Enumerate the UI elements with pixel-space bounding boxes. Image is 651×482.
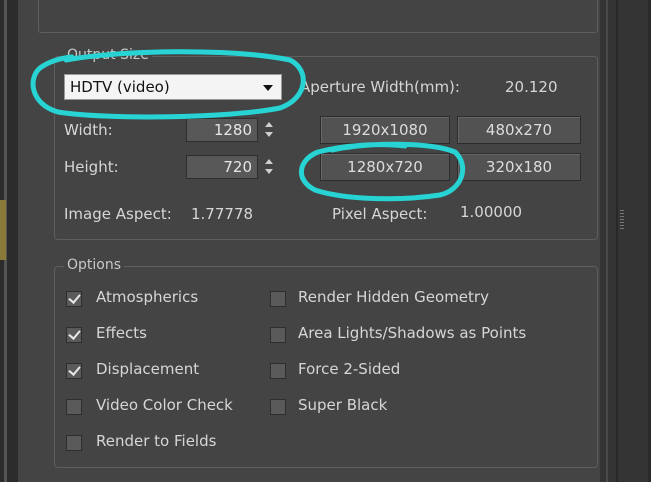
resize-grip-icon[interactable] [620, 210, 624, 230]
spinner-up-icon [265, 122, 273, 127]
spinner-up-icon [265, 159, 273, 164]
pixel-aspect-value[interactable]: 1.00000 [460, 203, 522, 221]
aperture-width-value[interactable]: 20.120 [505, 78, 558, 96]
checkmark-icon [68, 291, 81, 304]
left-window-edge [0, 0, 19, 482]
checkbox-label[interactable]: Force 2-Sided [298, 360, 400, 378]
checkbox[interactable] [66, 327, 82, 343]
upper-group-box [38, 0, 598, 33]
right-edge-line [616, 0, 618, 482]
checkbox-label[interactable]: Displacement [96, 360, 199, 378]
aperture-width-label: Aperture Width(mm): [300, 78, 460, 96]
checkbox[interactable] [270, 399, 286, 415]
width-field[interactable]: 1280 [186, 118, 258, 142]
checkbox[interactable] [270, 363, 286, 379]
checkbox[interactable] [270, 291, 286, 307]
height-field[interactable]: 720 [186, 155, 258, 179]
image-aspect-label: Image Aspect: [64, 205, 172, 223]
output-size-preset-dropdown[interactable]: HDTV (video) [64, 74, 282, 100]
spinner-down-icon [265, 169, 273, 174]
checkbox-label[interactable]: Render to Fields [96, 432, 216, 450]
pixel-aspect-label: Pixel Aspect: [332, 205, 428, 223]
checkmark-icon [68, 363, 81, 376]
height-label: Height: [64, 158, 119, 176]
preset-value: HDTV (video) [70, 78, 170, 96]
preset-480x270-button[interactable]: 480x270 [457, 116, 581, 144]
height-spinner[interactable] [263, 155, 275, 179]
preset-320x180-button[interactable]: 320x180 [457, 153, 581, 181]
checkbox[interactable] [66, 435, 82, 451]
options-title: Options [64, 257, 125, 273]
checkbox-label[interactable]: Video Color Check [96, 396, 233, 414]
checkmark-icon [68, 327, 81, 340]
preset-1920x1080-button[interactable]: 1920x1080 [320, 116, 450, 144]
checkbox-label[interactable]: Effects [96, 324, 147, 342]
width-label: Width: [64, 121, 113, 139]
checkbox[interactable] [66, 363, 82, 379]
checkbox[interactable] [270, 327, 286, 343]
checkbox-label[interactable]: Super Black [298, 396, 387, 414]
image-aspect-value[interactable]: 1.77778 [191, 205, 253, 223]
output-size-title: Output Size [64, 47, 152, 63]
checkbox[interactable] [66, 399, 82, 415]
preset-1280x720-button[interactable]: 1280x720 [320, 153, 450, 181]
spinner-down-icon [265, 132, 273, 137]
chevron-down-icon [263, 85, 273, 91]
right-edge-line [606, 0, 608, 482]
width-spinner[interactable] [263, 118, 275, 142]
checkbox-label[interactable]: Area Lights/Shadows as Points [298, 324, 526, 342]
left-edge-highlight [0, 200, 6, 260]
checkbox-label[interactable]: Atmospherics [96, 288, 198, 306]
right-window-edge [600, 0, 651, 482]
checkbox-label[interactable]: Render Hidden Geometry [298, 288, 489, 306]
checkbox[interactable] [66, 291, 82, 307]
